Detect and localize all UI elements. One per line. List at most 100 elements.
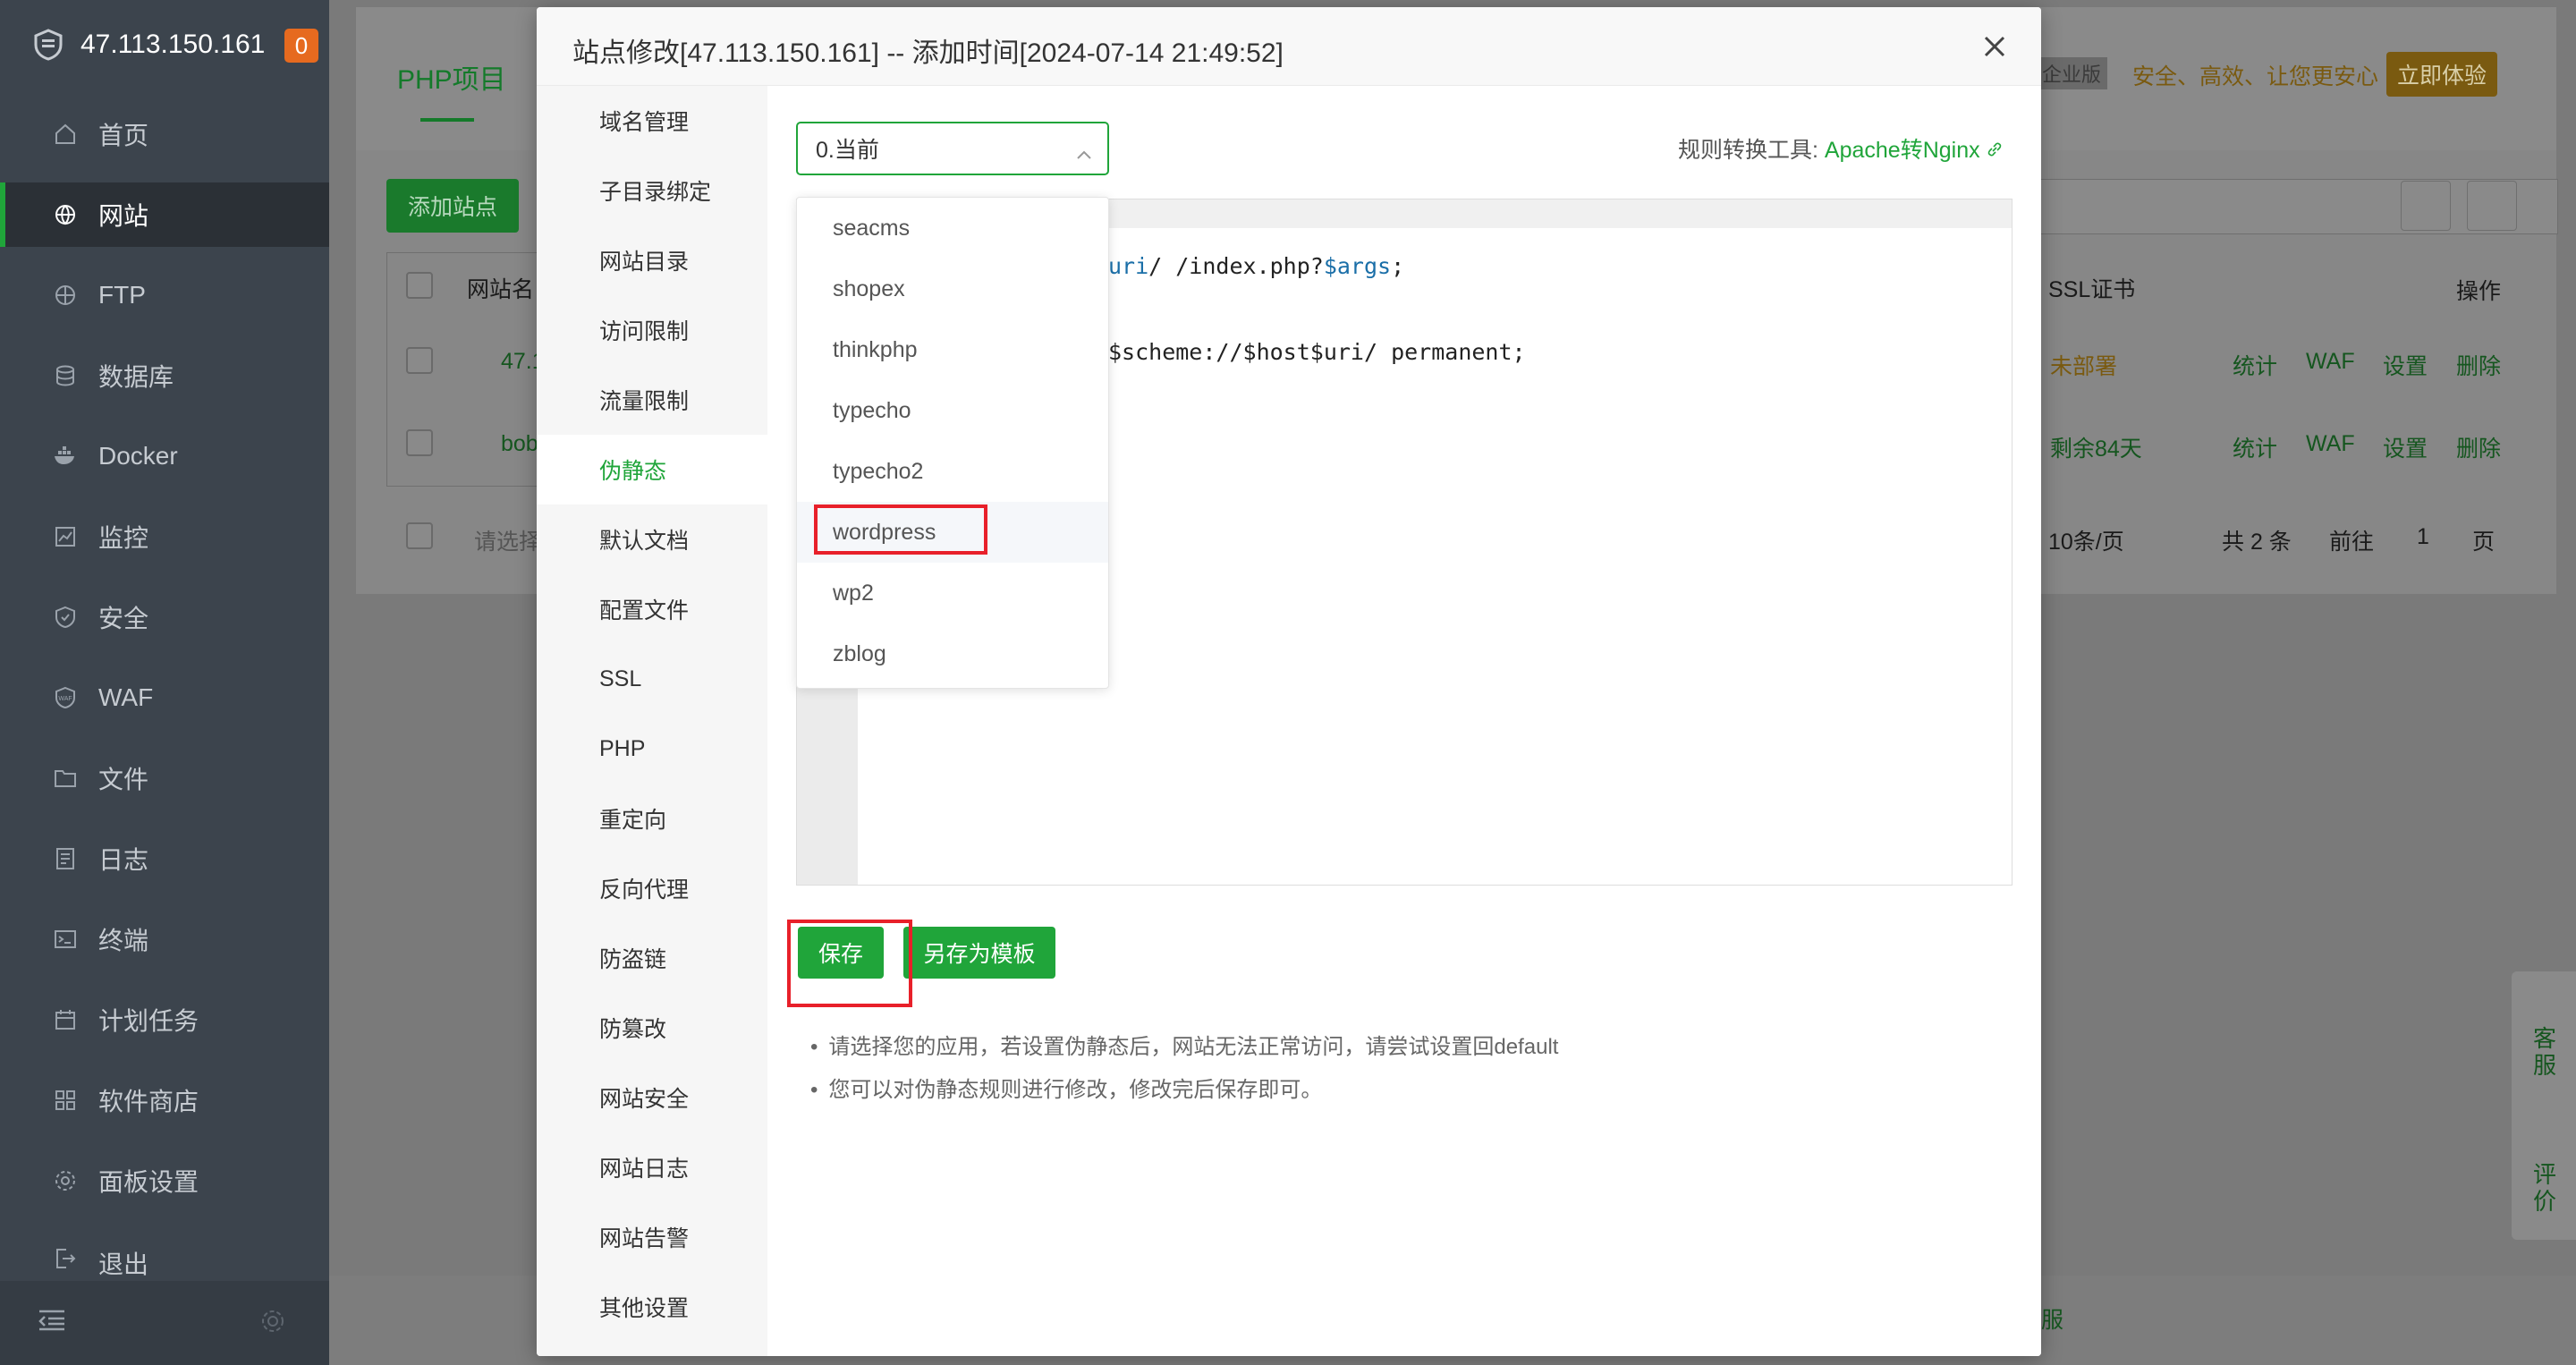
dropdown-option[interactable]: thinkphp [797,319,1108,380]
tab-php[interactable]: PHP [537,714,767,784]
tab-rewrite[interactable]: 伪静态 [537,435,767,504]
folder-icon [52,765,79,792]
footer-service-link[interactable]: 服 [2041,1302,2063,1335]
site-edit-modal: 站点修改[47.113.150.161] -- 添加时间[2024-07-14 … [537,7,2041,1356]
row-op-waf[interactable]: WAF [2306,431,2355,457]
pagination-goto-label: 前往 [2329,530,2375,555]
row-checkbox[interactable] [406,347,433,374]
col-ssl: SSL证书 [2048,277,2136,302]
sidebar-item-website[interactable]: 网站 [0,182,329,247]
sidebar-item-terminal[interactable]: 终端 [0,907,329,971]
code-token: ; [1391,253,1405,279]
tab-subdir-binding[interactable]: 子目录绑定 [537,156,767,225]
settings-gear-icon[interactable] [259,1308,286,1339]
tab-domain[interactable]: 域名管理 [537,86,767,156]
rewrite-template-select[interactable]: 0.当前 [796,122,1109,175]
feedback-button[interactable]: 评价 [2533,1161,2558,1215]
trial-button[interactable]: 立即体验 [2386,52,2497,97]
modal-nav: 域名管理 子目录绑定 网站目录 访问限制 流量限制 伪静态 默认文档 配置文件 … [537,86,767,1356]
sidebar-item-label: Docker [98,442,178,470]
tab-site-dir[interactable]: 网站目录 [537,225,767,295]
floating-service-panel: 客服 评价 [2512,971,2576,1240]
code-token: $args [1323,253,1392,279]
dropdown-option[interactable]: wp2 [797,563,1108,623]
save-as-template-button[interactable]: 另存为模板 [903,927,1055,979]
row-ssl-status[interactable]: 未部署 [2050,349,2117,381]
edition-badge: 企业版 [2036,57,2107,89]
pagination-page-suffix: 页 [2472,530,2496,555]
sidebar-item-label: 文件 [98,766,149,793]
row-ssl-status[interactable]: 剩余84天 [2050,431,2142,463]
pagination-page-input[interactable]: 1 [2417,524,2429,550]
help-note: 请选择您的应用，若设置伪静态后，网站无法正常访问，请尝试设置回default [810,1029,1558,1060]
sidebar-item-logout[interactable]: 退出 [0,1229,329,1281]
tab-site-alert[interactable]: 网站告警 [537,1202,767,1272]
refresh-button[interactable] [2401,181,2451,231]
sidebar-item-settings[interactable]: 面板设置 [0,1149,329,1213]
tab-reverse-proxy[interactable]: 反向代理 [537,853,767,923]
batch-checkbox[interactable] [406,522,433,549]
row-checkbox[interactable] [406,429,433,456]
tab-php-project[interactable]: PHP项目 [397,57,506,97]
tab-active-indicator [420,118,474,122]
batch-select[interactable]: 请选择 [474,524,541,556]
tab-hotlink[interactable]: 防盗链 [537,923,767,993]
tab-tamper-proof[interactable]: 防篡改 [537,993,767,1063]
logo-icon [30,27,66,63]
sidebar-item-home[interactable]: 首页 [0,102,329,166]
docker-icon [52,443,79,470]
add-site-button[interactable]: 添加站点 [386,179,519,233]
sidebar-item-logs[interactable]: 日志 [0,827,329,891]
row-op-delete[interactable]: 删除 [2456,431,2501,463]
sidebar-item-docker[interactable]: Docker [0,424,329,488]
sidebar-item-database[interactable]: 数据库 [0,343,329,408]
sidebar-item-waf[interactable]: WAF WAF [0,666,329,730]
row-op-stats[interactable]: 统计 [2233,431,2277,463]
tab-other-settings[interactable]: 其他设置 [537,1272,767,1342]
collapse-menu-icon[interactable] [38,1308,66,1337]
tab-site-log[interactable]: 网站日志 [537,1132,767,1202]
dropdown-option[interactable]: zblog [797,623,1108,684]
tab-site-security[interactable]: 网站安全 [537,1063,767,1132]
sidebar-item-security[interactable]: 安全 [0,585,329,649]
sidebar-item-cron[interactable]: 计划任务 [0,988,329,1052]
page-size-select[interactable]: 10条/页 [2048,524,2124,556]
tab-traffic-limit[interactable]: 流量限制 [537,365,767,435]
monitor-icon [52,523,79,550]
row-op-settings[interactable]: 设置 [2383,431,2428,463]
row-op-delete[interactable]: 删除 [2456,349,2501,381]
select-all-checkbox[interactable] [406,272,433,299]
row-op-settings[interactable]: 设置 [2383,349,2428,381]
sidebar-header: 47.113.150.161 [0,0,329,89]
dropdown-option[interactable]: seacms [797,198,1108,259]
sidebar-item-monitor[interactable]: 监控 [0,504,329,569]
sidebar-item-label: 面板设置 [98,1168,199,1196]
sidebar-item-ftp[interactable]: FTP [0,263,329,327]
tab-ssl[interactable]: SSL [537,644,767,714]
row-op-stats[interactable]: 统计 [2233,349,2277,381]
notification-badge[interactable]: 0 [284,29,318,63]
sidebar-item-files[interactable]: 文件 [0,746,329,810]
table-settings-button[interactable] [2467,181,2517,231]
sidebar-item-label: 日志 [98,846,149,874]
terminal-icon [52,926,79,953]
sidebar-item-app-store[interactable]: 软件商店 [0,1068,329,1132]
dropdown-option[interactable]: typecho2 [797,441,1108,502]
convert-tool-link[interactable]: Apache转Nginx [1825,138,1980,163]
globe-icon [52,201,79,228]
sidebar-item-label: 终端 [98,927,149,954]
close-icon[interactable] [1977,29,2012,64]
tab-access-limit[interactable]: 访问限制 [537,295,767,365]
tab-redirect[interactable]: 重定向 [537,784,767,853]
sidebar-footer [0,1281,329,1365]
row-op-waf[interactable]: WAF [2306,349,2355,375]
dropdown-option[interactable]: typecho [797,380,1108,441]
sidebar-item-label: 监控 [98,524,149,552]
sidebar-item-label: 网站 [98,202,149,230]
highlight-box-save [787,920,912,1007]
tab-config-file[interactable]: 配置文件 [537,574,767,644]
dropdown-option[interactable]: shopex [797,259,1108,319]
tab-default-doc[interactable]: 默认文档 [537,504,767,574]
customer-service-button[interactable]: 客服 [2533,1025,2558,1079]
row-site-name[interactable]: bob [501,431,538,457]
